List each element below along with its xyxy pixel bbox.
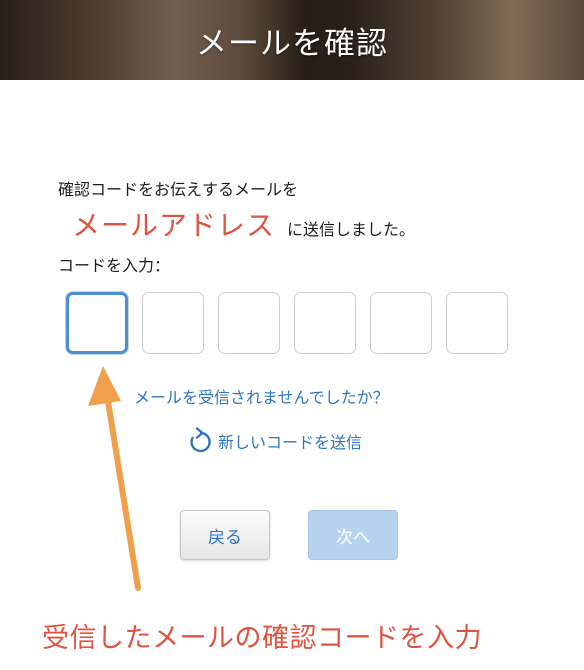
annotation-arrow xyxy=(88,366,141,591)
verify-email-page: メールを確認 確認コードをお伝えするメールを メールアドレス に送信しました。 … xyxy=(0,0,584,670)
page-title: メールを確認 xyxy=(196,25,388,62)
annotation-caption: 受信したメールの確認コードを入力 xyxy=(42,623,482,654)
